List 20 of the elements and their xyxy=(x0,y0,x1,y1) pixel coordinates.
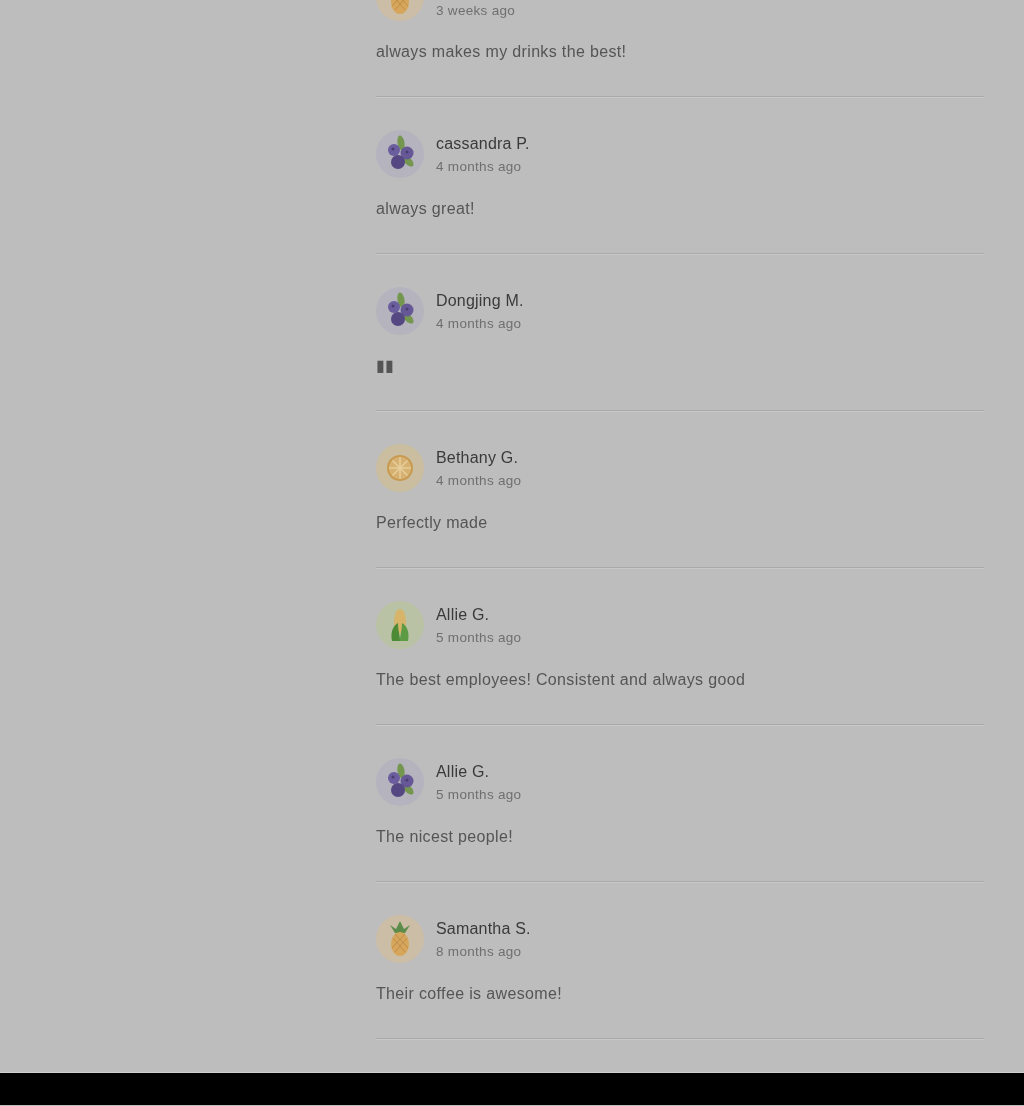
review-comment: The best employees! Consistent and always good xyxy=(376,670,746,690)
reviewer-name: cassandra P. xyxy=(436,133,530,154)
reviewer-name: Allie G. xyxy=(436,604,490,625)
review-comment: The nicest people! xyxy=(376,827,514,847)
reviewer-name: Samantha S. xyxy=(436,918,531,939)
reviewer-name: Bethany G. xyxy=(436,447,519,468)
review-date: 5 months ago xyxy=(436,629,522,646)
reviewer-name: Dongjing M. xyxy=(436,290,524,311)
review-date: 5 months ago xyxy=(436,786,522,803)
review-comment: always great! xyxy=(376,199,475,219)
review-date: 4 months ago xyxy=(436,472,522,489)
review-comment: Their coffee is awesome! xyxy=(376,984,562,1004)
review-date: 8 months ago xyxy=(436,943,522,960)
reviewer-name: Allie G. xyxy=(436,761,490,782)
review-comment: always makes my drinks the best! xyxy=(376,42,627,62)
review-date: 4 months ago xyxy=(436,315,522,332)
review-date: 4 months ago xyxy=(436,158,522,175)
review-date: 3 weeks ago xyxy=(436,2,516,19)
review-comment: ▮▮ xyxy=(376,356,395,376)
review-comment: Perfectly made xyxy=(376,513,488,533)
